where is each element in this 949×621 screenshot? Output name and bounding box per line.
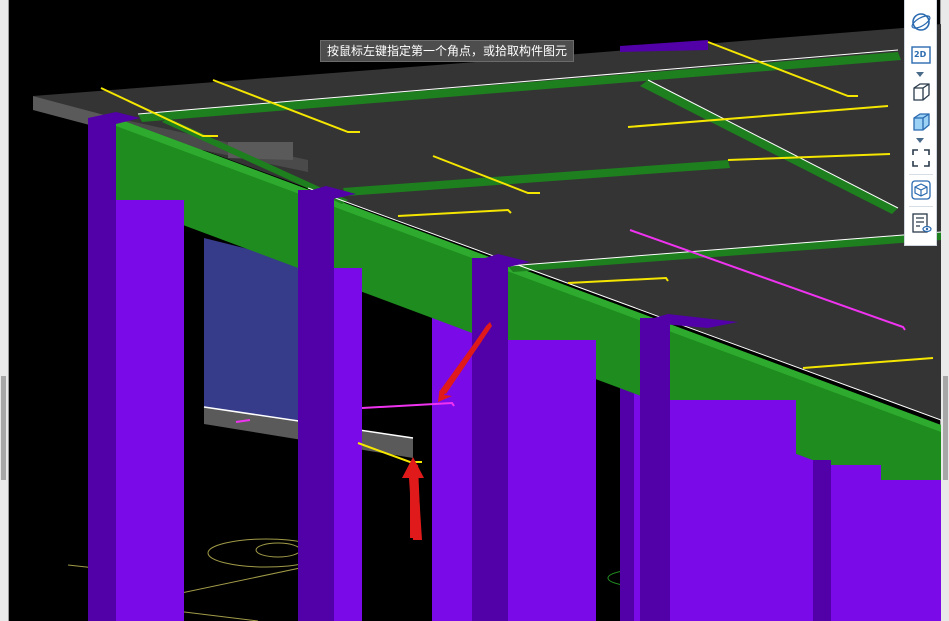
window-right-border: [940, 0, 949, 621]
command-hint-tooltip: 按鼠标左键指定第一个角点，或拾取构件图元: [320, 40, 575, 62]
column-back-1[interactable]: [432, 300, 472, 621]
view-dropdown-caret-icon[interactable]: [916, 72, 924, 77]
right-resize-grip[interactable]: [943, 376, 948, 480]
display-settings-icon[interactable]: [909, 211, 933, 235]
blue-wall-panel[interactable]: [204, 238, 300, 430]
3d-model-viewport[interactable]: 按鼠标左键指定第一个角点，或拾取构件图元: [8, 0, 941, 621]
model-scene: [33, 24, 941, 621]
view-3d-wireframe-icon[interactable]: [909, 80, 933, 104]
left-resize-grip[interactable]: [1, 376, 6, 480]
view-2d-label: 2D: [914, 50, 927, 59]
view-toolbar: 2D: [904, 0, 937, 246]
view-2d-icon[interactable]: 2D: [909, 43, 933, 67]
view-3d-solid-icon[interactable]: [909, 110, 933, 134]
orbit-icon[interactable]: [909, 10, 933, 34]
view-mode-caret-icon[interactable]: [916, 138, 924, 143]
display-component-icon[interactable]: [909, 178, 933, 202]
zoom-extents-icon[interactable]: [909, 146, 933, 170]
